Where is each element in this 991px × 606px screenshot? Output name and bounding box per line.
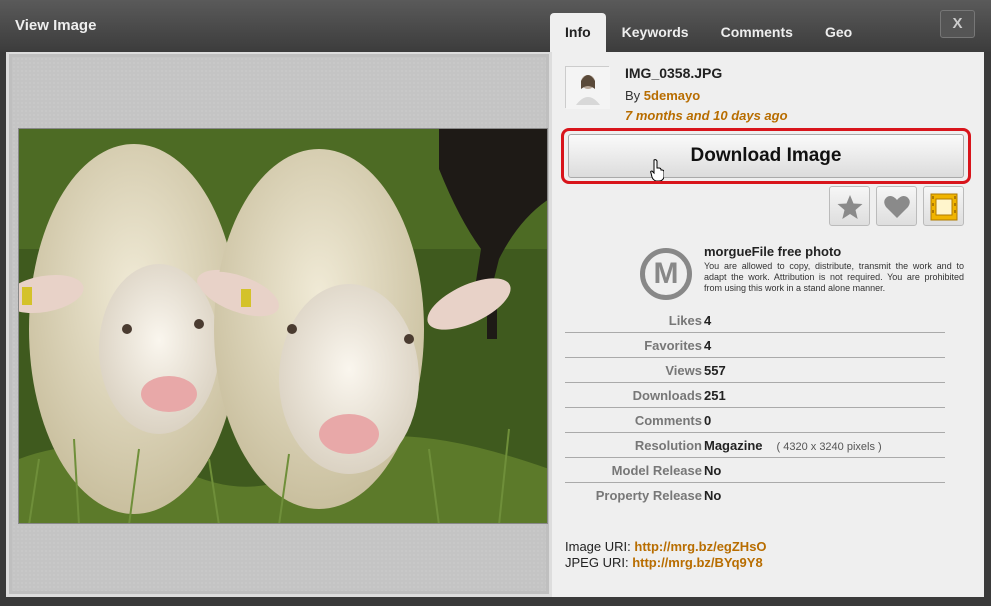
stat-label: Likes [668,313,702,328]
stat-row: Views 557 [565,358,945,383]
image-uri-label: Image URI: [565,539,631,554]
lightbox-icon [930,193,958,221]
stat-value: Magazine ( 4320 x 3240 pixels ) [704,438,882,453]
image-pane-background [12,57,548,591]
info-panel: IMG_0358.JPG By 5demayo 7 months and 10 … [552,52,984,597]
uri-block: Image URI: http://mrg.bz/egZHsO JPEG URI… [565,539,767,571]
stat-label: Resolution [634,438,702,453]
star-icon [837,195,863,219]
heart-icon [884,196,910,218]
stat-value: 557 [704,363,726,378]
view-image-dialog: View Image Info Keywords Comments Geo X [0,0,991,606]
resolution-note: ( 4320 x 3240 pixels ) [776,441,882,453]
jpeg-uri-line: JPEG URI: http://mrg.bz/BYq9Y8 [565,555,767,571]
tab-geo[interactable]: Geo [809,13,868,52]
upload-age: 7 months and 10 days ago [625,108,788,123]
stat-row: Downloads 251 [565,383,945,408]
stat-row: Resolution Magazine ( 4320 x 3240 pixels … [565,433,945,458]
stat-label: Comments [634,413,702,428]
license-text: You are allowed to copy, distribute, tra… [704,261,964,293]
stat-value: 4 [704,338,712,353]
photo[interactable] [18,128,548,524]
jpeg-uri-label: JPEG URI: [565,555,629,570]
stat-label: Favorites [644,338,702,353]
stats-table: Likes 4 Favorites 4 Views 557 Downloads … [565,308,945,508]
stat-value: 4 [704,313,712,328]
image-pane [6,52,552,597]
license-title: morgueFile free photo [704,244,842,259]
download-image-button[interactable]: Download Image [568,134,964,178]
resolution-value: Magazine [704,438,763,453]
favorite-button[interactable] [829,186,870,226]
stat-row: Model Release No [565,458,945,483]
author-avatar[interactable] [565,66,610,109]
stat-row: Property Release No [565,483,945,508]
avatar-image [566,67,610,109]
stat-label: Property Release [595,488,702,503]
stat-label: Downloads [632,388,702,403]
stat-value: No [704,488,722,503]
stat-value: 0 [704,413,712,428]
tab-info[interactable]: Info [550,13,606,52]
byline: By 5demayo [625,88,700,103]
lightbox-button[interactable] [923,186,964,226]
image-filename: IMG_0358.JPG [625,65,723,81]
sheep-photo-image [19,129,547,523]
morguefile-logo-icon: M [640,248,692,300]
like-button[interactable] [876,186,917,226]
tab-bar: Info Keywords Comments Geo [550,13,868,52]
stat-row: Favorites 4 [565,333,945,358]
stat-value: No [704,463,722,478]
stat-row: Comments 0 [565,408,945,433]
titlebar: View Image Info Keywords Comments Geo X [0,0,991,52]
author-link[interactable]: 5demayo [644,88,700,103]
image-uri-link[interactable]: http://mrg.bz/egZHsO [634,539,766,554]
hand-cursor-icon [650,159,664,181]
jpeg-uri-link[interactable]: http://mrg.bz/BYq9Y8 [632,555,762,570]
download-highlight: Download Image [561,128,971,184]
stat-row: Likes 4 [565,308,945,333]
by-prefix: By [625,88,641,103]
tab-comments[interactable]: Comments [705,13,809,52]
image-uri-line: Image URI: http://mrg.bz/egZHsO [565,539,767,555]
tab-keywords[interactable]: Keywords [606,13,705,52]
stat-label: Views [665,363,702,378]
dialog-title: View Image [15,17,97,34]
close-button[interactable]: X [940,10,975,38]
stat-value: 251 [704,388,726,403]
stat-label: Model Release [611,463,702,478]
